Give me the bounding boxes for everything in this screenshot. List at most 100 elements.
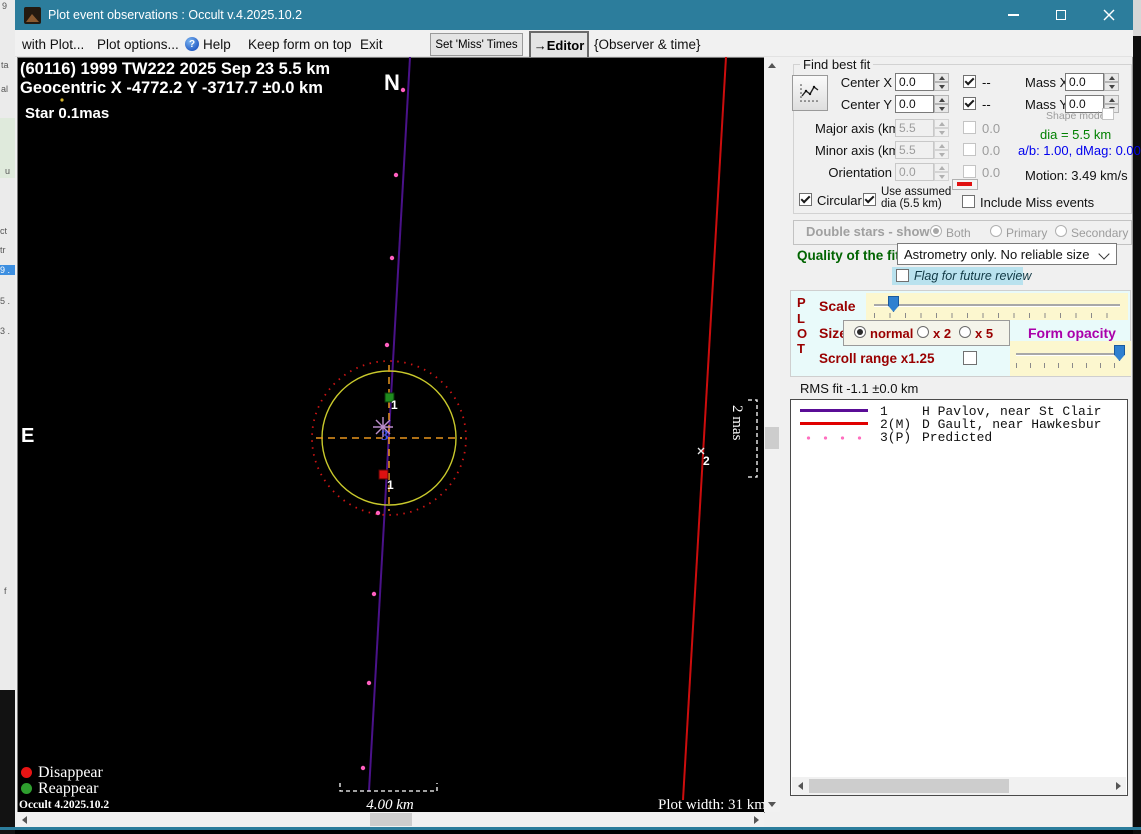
spinner-down-icon [934,172,949,181]
scroll-right-arrow-icon[interactable] [749,812,764,827]
use-assumed-label-line1: Use assumed [881,186,952,198]
spinner-up-icon [934,141,949,150]
bg-fragment: f [4,586,7,596]
quality-label: Quality of the fit [797,248,900,263]
size-normal-label[interactable]: normal [870,326,913,341]
maximize-button[interactable] [1037,0,1085,30]
center-x-value[interactable]: 0.0 [895,73,934,91]
menu-with-plot[interactable]: with Plot... [22,37,84,52]
help-icon[interactable]: ? [185,37,199,51]
spinner-down-icon[interactable] [934,104,949,113]
spinner-down-icon[interactable] [1104,82,1119,91]
scroll-right-arrow-icon[interactable] [1110,777,1126,795]
reappear-dot-icon [21,783,32,794]
background-window-sliver [1133,0,1141,36]
scroll-range-checkbox[interactable] [963,351,977,365]
form-opacity-thumb[interactable] [1114,345,1125,361]
chord1-reappear-number: 1 [391,398,398,412]
scroll-down-arrow-icon[interactable] [764,796,780,812]
line-color-swatch[interactable] [952,179,978,190]
circular-checkbox[interactable] [799,193,812,206]
bg-fragment: ct [0,226,8,236]
spinner-up-icon[interactable] [1104,95,1119,104]
size-x5-label[interactable]: x 5 [975,326,993,341]
chevron-down-icon[interactable] [1098,248,1110,260]
minor-axis-spinner: 5.5 [895,141,949,159]
size-x2-label[interactable]: x 2 [933,326,951,341]
east-label: E [21,425,35,447]
fit-center-y-checkbox[interactable] [963,97,976,110]
spinner-up-icon [934,163,949,172]
center-x-spinner[interactable]: 0.0 [895,73,949,91]
center-y-spinner[interactable]: 0.0 [895,95,949,113]
run-fit-button[interactable] [792,75,828,111]
set-miss-times-button[interactable]: Set 'Miss' Times [430,33,523,56]
plot-vscrollbar[interactable] [764,57,780,812]
observer-number: 3(P) [880,430,912,445]
plot-letter-l: L [797,311,805,326]
form-opacity-slider[interactable] [1010,341,1131,376]
spinner-up-icon[interactable] [1104,73,1119,82]
close-button[interactable] [1085,0,1133,30]
observer-row[interactable]: 3(P) Predicted [880,430,992,445]
chord1-disappear-number: 1 [387,478,394,492]
scale-slider-thumb[interactable] [888,296,899,312]
scale-slider-track[interactable] [874,304,1120,307]
rms-fit-label: RMS fit -1.1 ±0.0 km [800,381,919,396]
scale-slider-ticks [874,313,1120,318]
scroll-left-arrow-icon[interactable] [17,812,32,827]
mass-x-label: Mass X [1025,75,1069,90]
bg-fragment: 3 . [0,326,11,336]
orientation-value: 0.0 [895,163,934,181]
vscroll-thumb[interactable] [765,427,779,449]
mass-x-value[interactable]: 0.0 [1065,73,1104,91]
menu-help[interactable]: Help [203,37,231,52]
menu-keep-on-top[interactable]: Keep form on top [248,37,352,52]
listbox-hscroll-thumb[interactable] [809,779,1009,793]
use-assumed-dia-checkbox[interactable] [863,193,876,206]
form-opacity-track[interactable] [1016,353,1125,356]
major-axis-value: 5.5 [895,119,934,137]
size-normal-radio[interactable] [854,326,866,338]
mass-x-spinner[interactable]: 0.0 [1065,73,1119,91]
scroll-left-arrow-icon[interactable] [792,777,808,795]
spinner-up-icon[interactable] [934,73,949,82]
plot-letter-p: P [797,295,806,310]
orientation-label: Orientation [828,165,892,180]
spinner-down-icon[interactable] [934,82,949,91]
bg-fragment: ta [1,60,9,70]
plot-hscrollbar[interactable] [17,812,764,827]
shape-model-checkbox [1102,108,1114,120]
fit-center-x-checkbox[interactable] [963,75,976,88]
window-title: Plot event observations : Occult v.4.202… [48,8,303,22]
minimize-button[interactable] [989,0,1037,30]
scroll-up-arrow-icon[interactable] [764,57,780,73]
fit-minor-axis-checkbox [963,143,976,156]
bg-fragment: tr [0,245,6,255]
use-assumed-label-line2: dia (5.5 km) [881,198,942,210]
observer-listbox[interactable] [790,399,1128,796]
orientation-spinner: 0.0 [895,163,949,181]
menu-exit[interactable]: Exit [360,37,383,52]
bg-fragment-selected: 9 . [0,265,15,275]
minor-axis-flag: 0.0 [982,143,1001,158]
plot-canvas [60,57,758,801]
hscroll-thumb[interactable] [370,813,412,826]
editor-button[interactable]: →Editor [529,31,589,59]
size-x5-radio[interactable] [959,326,971,338]
scale-slider[interactable] [866,293,1128,320]
major-axis-flag: 0.0 [982,121,1001,136]
quality-combobox[interactable]: Astrometry only. No reliable size [897,243,1117,265]
double-both-label: Both [946,226,971,240]
double-primary-radio [990,225,1002,237]
flag-review-checkbox[interactable] [896,269,909,282]
size-x2-radio[interactable] [917,326,929,338]
listbox-hscrollbar[interactable] [792,777,1126,795]
include-miss-events-checkbox[interactable] [962,195,975,208]
minimize-icon [1007,14,1019,16]
center-y-value[interactable]: 0.0 [895,95,934,113]
spinner-up-icon[interactable] [934,95,949,104]
major-axis-spinner: 5.5 [895,119,949,137]
menu-plot-options[interactable]: Plot options... [97,37,179,52]
double-secondary-label: Secondary [1071,226,1129,240]
